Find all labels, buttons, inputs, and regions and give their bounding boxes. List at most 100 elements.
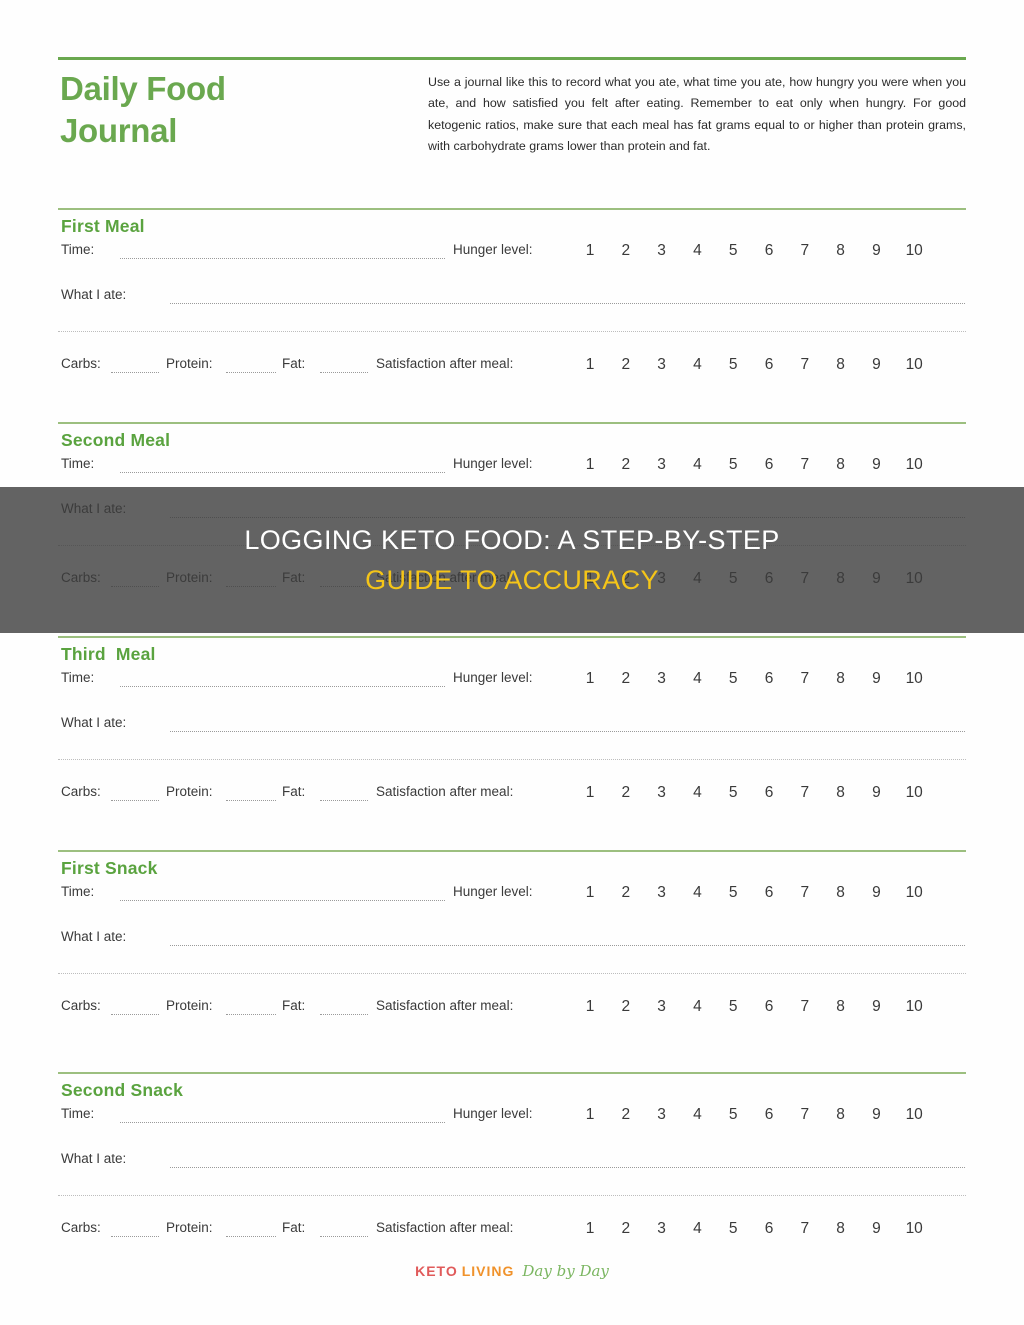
what-i-ate-input-line[interactable] — [170, 1167, 965, 1168]
hunger-scale-9[interactable]: 9 — [864, 1106, 888, 1124]
hunger-scale-4[interactable]: 4 — [685, 670, 709, 688]
satisfaction-scale-4[interactable]: 4 — [685, 998, 709, 1016]
satisfaction-scale-8[interactable]: 8 — [829, 1220, 853, 1238]
hunger-scale-4[interactable]: 4 — [685, 1106, 709, 1124]
what-i-ate-second-line[interactable] — [58, 973, 966, 974]
satisfaction-scale-7[interactable]: 7 — [793, 356, 817, 374]
what-i-ate-second-line[interactable] — [58, 331, 966, 332]
satisfaction-scale-10[interactable]: 10 — [902, 356, 926, 374]
fat-input-line[interactable] — [320, 800, 368, 801]
satisfaction-scale-5[interactable]: 5 — [721, 998, 745, 1016]
satisfaction-scale-8[interactable]: 8 — [829, 784, 853, 802]
fat-input-line[interactable] — [320, 1236, 368, 1237]
satisfaction-scale-9[interactable]: 9 — [864, 784, 888, 802]
satisfaction-scale-2[interactable]: 2 — [614, 998, 638, 1016]
hunger-scale-4[interactable]: 4 — [685, 884, 709, 902]
hunger-scale-6[interactable]: 6 — [757, 670, 781, 688]
satisfaction-scale-7[interactable]: 7 — [793, 998, 817, 1016]
hunger-scale-2[interactable]: 2 — [614, 884, 638, 902]
satisfaction-scale-4[interactable]: 4 — [685, 1220, 709, 1238]
satisfaction-scale-1[interactable]: 1 — [578, 784, 602, 802]
what-i-ate-second-line[interactable] — [58, 1195, 966, 1196]
fat-input-line[interactable] — [320, 372, 368, 373]
hunger-scale-7[interactable]: 7 — [793, 242, 817, 260]
satisfaction-scale-10[interactable]: 10 — [902, 998, 926, 1016]
hunger-scale-5[interactable]: 5 — [721, 670, 745, 688]
time-input-line[interactable] — [120, 258, 445, 259]
hunger-scale-3[interactable]: 3 — [650, 670, 674, 688]
satisfaction-scale-3[interactable]: 3 — [650, 1220, 674, 1238]
satisfaction-scale-9[interactable]: 9 — [864, 1220, 888, 1238]
satisfaction-scale-10[interactable]: 10 — [902, 1220, 926, 1238]
satisfaction-scale-10[interactable]: 10 — [902, 784, 926, 802]
hunger-scale-1[interactable]: 1 — [578, 670, 602, 688]
hunger-scale-8[interactable]: 8 — [829, 242, 853, 260]
hunger-scale-9[interactable]: 9 — [864, 242, 888, 260]
hunger-scale-3[interactable]: 3 — [650, 242, 674, 260]
protein-input-line[interactable] — [226, 1236, 276, 1237]
satisfaction-scale-5[interactable]: 5 — [721, 356, 745, 374]
hunger-scale-1[interactable]: 1 — [578, 456, 602, 474]
hunger-scale-5[interactable]: 5 — [721, 456, 745, 474]
carbs-input-line[interactable] — [111, 1236, 159, 1237]
satisfaction-scale-1[interactable]: 1 — [578, 356, 602, 374]
hunger-scale-1[interactable]: 1 — [578, 884, 602, 902]
hunger-scale-10[interactable]: 10 — [902, 670, 926, 688]
hunger-scale-8[interactable]: 8 — [829, 670, 853, 688]
satisfaction-scale-5[interactable]: 5 — [721, 1220, 745, 1238]
satisfaction-scale-8[interactable]: 8 — [829, 356, 853, 374]
fat-input-line[interactable] — [320, 1014, 368, 1015]
time-input-line[interactable] — [120, 472, 445, 473]
what-i-ate-second-line[interactable] — [58, 759, 966, 760]
hunger-scale-7[interactable]: 7 — [793, 884, 817, 902]
satisfaction-scale-7[interactable]: 7 — [793, 1220, 817, 1238]
protein-input-line[interactable] — [226, 1014, 276, 1015]
carbs-input-line[interactable] — [111, 800, 159, 801]
hunger-scale-10[interactable]: 10 — [902, 1106, 926, 1124]
hunger-scale-9[interactable]: 9 — [864, 884, 888, 902]
hunger-scale-2[interactable]: 2 — [614, 456, 638, 474]
satisfaction-scale-3[interactable]: 3 — [650, 784, 674, 802]
time-input-line[interactable] — [120, 1122, 445, 1123]
hunger-scale-1[interactable]: 1 — [578, 1106, 602, 1124]
time-input-line[interactable] — [120, 686, 445, 687]
hunger-scale-5[interactable]: 5 — [721, 1106, 745, 1124]
satisfaction-scale-1[interactable]: 1 — [578, 998, 602, 1016]
hunger-scale-5[interactable]: 5 — [721, 884, 745, 902]
carbs-input-line[interactable] — [111, 1014, 159, 1015]
hunger-scale-2[interactable]: 2 — [614, 1106, 638, 1124]
satisfaction-scale-8[interactable]: 8 — [829, 998, 853, 1016]
hunger-scale-6[interactable]: 6 — [757, 242, 781, 260]
satisfaction-scale-3[interactable]: 3 — [650, 998, 674, 1016]
protein-input-line[interactable] — [226, 800, 276, 801]
satisfaction-scale-5[interactable]: 5 — [721, 784, 745, 802]
hunger-scale-3[interactable]: 3 — [650, 884, 674, 902]
satisfaction-scale-1[interactable]: 1 — [578, 1220, 602, 1238]
satisfaction-scale-9[interactable]: 9 — [864, 998, 888, 1016]
hunger-scale-7[interactable]: 7 — [793, 670, 817, 688]
satisfaction-scale-4[interactable]: 4 — [685, 356, 709, 374]
satisfaction-scale-6[interactable]: 6 — [757, 784, 781, 802]
carbs-input-line[interactable] — [111, 372, 159, 373]
hunger-scale-4[interactable]: 4 — [685, 242, 709, 260]
satisfaction-scale-9[interactable]: 9 — [864, 356, 888, 374]
what-i-ate-input-line[interactable] — [170, 731, 965, 732]
hunger-scale-8[interactable]: 8 — [829, 1106, 853, 1124]
hunger-scale-5[interactable]: 5 — [721, 242, 745, 260]
satisfaction-scale-2[interactable]: 2 — [614, 1220, 638, 1238]
hunger-scale-3[interactable]: 3 — [650, 456, 674, 474]
satisfaction-scale-6[interactable]: 6 — [757, 998, 781, 1016]
hunger-scale-10[interactable]: 10 — [902, 242, 926, 260]
hunger-scale-9[interactable]: 9 — [864, 670, 888, 688]
what-i-ate-input-line[interactable] — [170, 303, 965, 304]
hunger-scale-3[interactable]: 3 — [650, 1106, 674, 1124]
hunger-scale-9[interactable]: 9 — [864, 456, 888, 474]
protein-input-line[interactable] — [226, 372, 276, 373]
hunger-scale-7[interactable]: 7 — [793, 456, 817, 474]
satisfaction-scale-6[interactable]: 6 — [757, 356, 781, 374]
hunger-scale-10[interactable]: 10 — [902, 884, 926, 902]
hunger-scale-2[interactable]: 2 — [614, 242, 638, 260]
hunger-scale-2[interactable]: 2 — [614, 670, 638, 688]
hunger-scale-7[interactable]: 7 — [793, 1106, 817, 1124]
satisfaction-scale-6[interactable]: 6 — [757, 1220, 781, 1238]
